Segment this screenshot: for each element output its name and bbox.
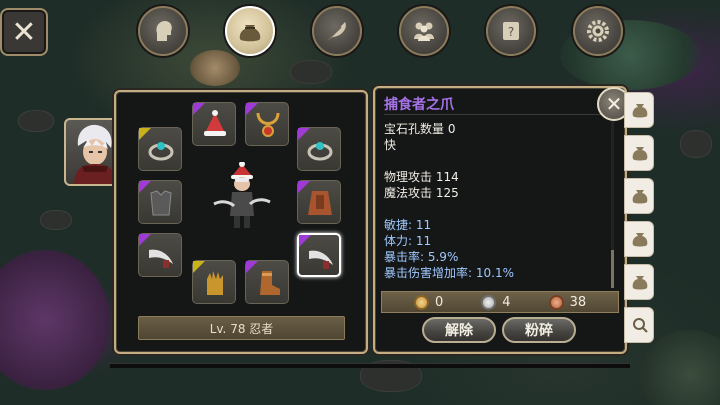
bronze-coin-count: 38 <box>548 294 587 310</box>
quest-tab[interactable]: ? <box>486 6 536 56</box>
cloak-icon <box>308 191 332 215</box>
gold-coin-count: 0 <box>414 294 444 310</box>
background-rock <box>18 110 54 132</box>
bag-tab-1[interactable] <box>624 92 654 128</box>
right-weapon-slot[interactable] <box>297 233 341 277</box>
inventory-tab[interactable] <box>225 6 275 56</box>
bag-tab-3[interactable] <box>624 178 654 214</box>
scroll-thumb[interactable] <box>611 250 614 288</box>
divider <box>384 114 610 115</box>
search-icon <box>633 318 648 333</box>
boot-icon <box>260 271 280 295</box>
ring-icon <box>307 142 333 161</box>
silver-value: 4 <box>502 294 511 310</box>
ring-right-slot[interactable] <box>297 127 341 171</box>
silver-coin-icon <box>481 294 497 310</box>
claw-icon <box>149 249 173 268</box>
bronze-coin-icon <box>548 294 564 310</box>
game-scene: ✕ ? Lv. 78 忍者 捕食者之爪 宝石孔数量 0 快 物理攻击 114 魔… <box>0 0 720 405</box>
settings-tab[interactable] <box>573 6 623 56</box>
attack-speed: 快 <box>384 138 397 152</box>
close-button[interactable]: ✕ <box>0 8 48 56</box>
cloak-slot[interactable] <box>297 180 341 224</box>
bag-tab-5[interactable] <box>624 264 654 300</box>
necklace-icon <box>256 112 280 137</box>
magic-attack: 魔法攻击 125 <box>384 186 459 200</box>
currency-bar: 0 4 38 <box>381 291 619 313</box>
info-scrollbar[interactable] <box>611 105 614 288</box>
group-icon <box>414 22 434 41</box>
stat-crit-damage: 暴击伤害增加率: 10.1% <box>384 266 514 280</box>
boots-slot[interactable] <box>245 260 289 304</box>
feather-icon <box>327 22 346 41</box>
armor-slot[interactable] <box>138 180 182 224</box>
gloves-slot[interactable] <box>192 260 236 304</box>
search-tab[interactable] <box>624 307 654 343</box>
gear-icon <box>587 20 609 42</box>
ring-icon <box>148 142 174 161</box>
party-tab[interactable] <box>399 6 449 56</box>
bag-icon <box>632 276 648 290</box>
stat-crit-rate: 暴击率: 5.9% <box>384 250 459 264</box>
left-weapon-slot[interactable] <box>138 233 182 277</box>
svg-text:?: ? <box>508 25 514 39</box>
bottom-bar <box>110 363 630 368</box>
bag-icon <box>632 190 648 204</box>
bronze-value: 38 <box>569 294 587 310</box>
bag-icon <box>632 233 648 247</box>
head-icon <box>156 21 172 41</box>
necklace-slot[interactable] <box>245 102 289 146</box>
glove-icon <box>207 271 223 295</box>
level-class-label: Lv. 78 忍者 <box>138 316 345 340</box>
physical-attack: 物理攻击 114 <box>384 170 459 184</box>
close-icon: ✕ <box>11 14 37 50</box>
background-rock <box>680 130 712 158</box>
bag-icon <box>239 25 261 42</box>
unequip-button[interactable]: 解除 <box>422 317 496 343</box>
bag-icon <box>632 104 648 118</box>
item-name: 捕食者之爪 <box>384 97 454 113</box>
bag-tab-4[interactable] <box>624 221 654 257</box>
ring-left-slot[interactable] <box>138 127 182 171</box>
stat-agility: 敏捷: 11 <box>384 218 432 232</box>
bag-tab-2[interactable] <box>624 135 654 171</box>
gold-value: 0 <box>435 294 444 310</box>
item-details[interactable]: 捕食者之爪 宝石孔数量 0 快 物理攻击 114 魔法攻击 125 敏捷: 11… <box>380 92 614 288</box>
skills-tab[interactable] <box>312 6 362 56</box>
character-figure <box>213 162 271 228</box>
background-rock <box>40 210 72 230</box>
claw-icon <box>309 250 333 269</box>
background-rock <box>290 60 332 84</box>
background-tree <box>0 250 110 390</box>
helmet-slot[interactable] <box>192 102 236 146</box>
gold-coin-icon <box>414 294 429 310</box>
scroll-icon: ? <box>503 22 519 40</box>
character-tab[interactable] <box>138 6 188 56</box>
background-tree <box>190 50 240 86</box>
close-icon: ✕ <box>605 92 623 116</box>
shatter-button[interactable]: 粉碎 <box>502 317 576 343</box>
socket-count: 宝石孔数量 0 <box>384 122 456 136</box>
silver-coin-count: 4 <box>481 294 511 310</box>
hat-icon <box>204 110 226 136</box>
bag-icon <box>632 147 648 161</box>
armor-icon <box>150 190 172 216</box>
stat-stamina: 体力: 11 <box>384 234 432 248</box>
